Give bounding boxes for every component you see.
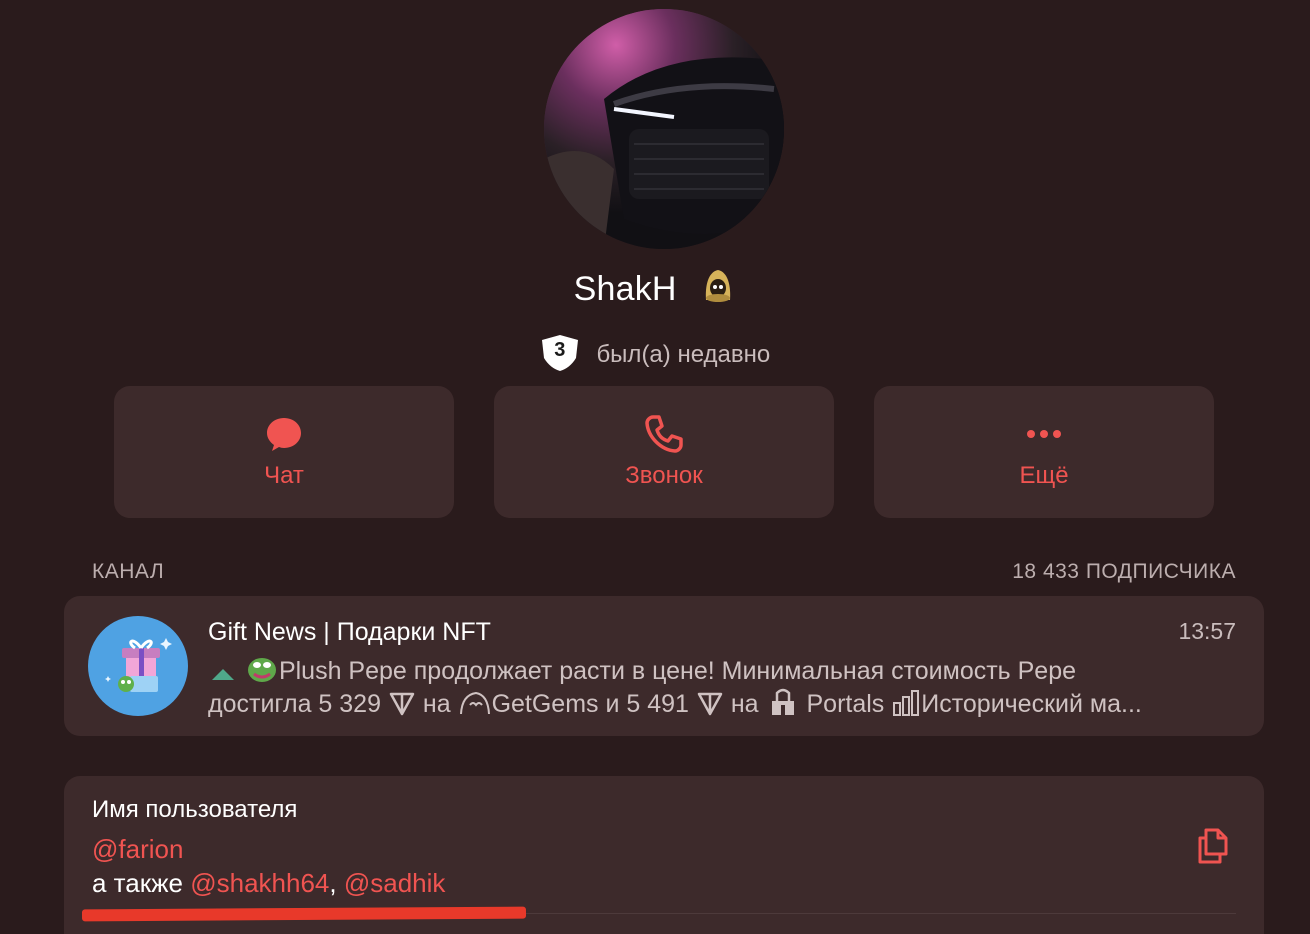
ton-icon (389, 692, 415, 716)
chart-icon (893, 690, 920, 716)
channel-post-preview: Plush Pepe продолжает расти в цене! Мини… (208, 654, 1248, 720)
username-link-shakhh64[interactable]: @shakhh64 (190, 868, 329, 898)
profile-name: ShakH (573, 270, 677, 308)
more-button[interactable]: Ещё (874, 386, 1214, 518)
getgems-icon (459, 691, 490, 715)
portals-icon (771, 688, 794, 715)
channel-avatar (88, 616, 188, 716)
username-link[interactable]: @farion (92, 834, 183, 865)
phone-icon (645, 415, 683, 453)
pepe-icon (247, 658, 276, 682)
post-line2-part2: на (422, 690, 451, 718)
profile-avatar[interactable] (544, 9, 784, 249)
trend-up-icon (212, 669, 234, 680)
chat-button[interactable]: Чат (114, 386, 454, 518)
hooded-figure-icon (706, 270, 731, 302)
more-dots-icon (1027, 430, 1061, 438)
post-line2-part6: Исторический ма... (921, 690, 1142, 718)
channel-section-header: КАНАЛ 18 433 ПОДПИСЧИКА (92, 560, 1236, 588)
more-button-label: Ещё (1019, 462, 1069, 489)
status-row: 3 был(а) недавно (0, 334, 1310, 372)
profile-name-row: ShakH (0, 268, 1310, 309)
chat-bubble-icon (267, 418, 301, 451)
username-label: Имя пользователя (92, 796, 298, 823)
ton-icon-2 (697, 692, 723, 716)
additional-usernames: а также @shakhh64, @sadhik (92, 868, 445, 899)
avatar-image (544, 9, 784, 249)
post-line2-part1: достигла 5 329 (208, 690, 381, 718)
also-prefix: а также (92, 868, 183, 898)
channel-title: Gift News | Подарки NFT (208, 618, 491, 646)
level-number: 3 (554, 339, 566, 361)
chat-button-label: Чат (264, 462, 304, 489)
username-link-sadhik[interactable]: @sadhik (344, 868, 446, 898)
username-separator: , (329, 868, 337, 898)
channel-section-label: КАНАЛ (92, 560, 165, 583)
post-line2-part3: GetGems и 5 491 (491, 690, 689, 718)
post-line2-part4: на (730, 690, 759, 718)
subscriber-count: 18 433 ПОДПИСЧИКА (1012, 560, 1236, 583)
gift-icon (105, 638, 172, 692)
copy-icon[interactable] (1192, 824, 1234, 866)
level-badge[interactable]: 3 (540, 334, 580, 372)
post-line2-part5: Portals (806, 690, 885, 718)
profile-page: ShakH 3 был(а) недавно Чат Звонок Ещё КА… (0, 0, 1310, 934)
last-seen-status: был(а) недавно (596, 341, 771, 368)
post-line1: Plush Pepe продолжает расти в цене! Мини… (278, 657, 1077, 685)
channel-card[interactable]: Gift News | Подарки NFT 13:57 Plush Pepe… (64, 596, 1264, 736)
call-button[interactable]: Звонок (494, 386, 834, 518)
channel-post-time: 13:57 (1178, 618, 1236, 644)
action-buttons: Чат Звонок Ещё (114, 386, 1214, 518)
call-button-label: Звонок (625, 462, 703, 489)
